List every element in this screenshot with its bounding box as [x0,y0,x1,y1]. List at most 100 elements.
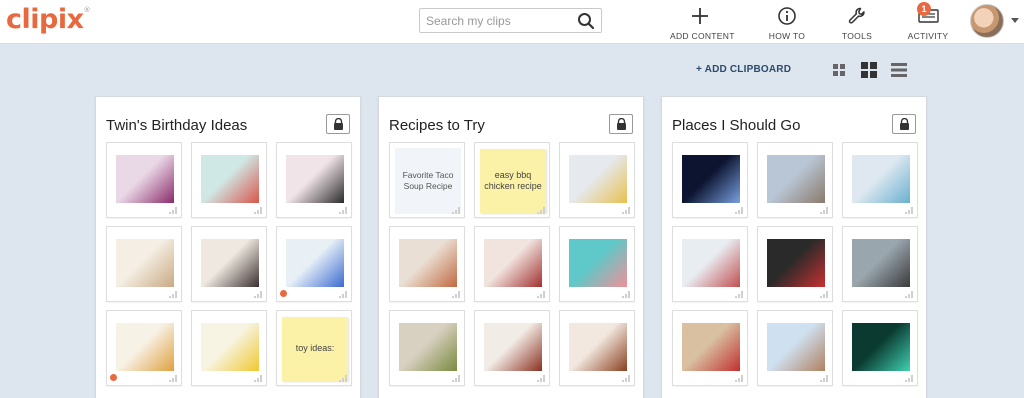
clip-image [852,323,910,371]
clip-image [399,323,457,371]
search-icon[interactable] [577,12,595,30]
clip-image [286,239,344,287]
clip-tile[interactable] [276,142,352,218]
clip-image [682,155,740,203]
nav-how-to[interactable]: HOW TO [764,6,810,41]
clip-image [569,323,627,371]
info-icon [778,7,796,25]
signal-bars-icon [339,291,348,298]
clip-tile[interactable] [842,310,918,386]
clip-tile[interactable] [191,226,267,302]
clip-tile[interactable] [106,310,182,386]
clip-image [116,323,174,371]
clip-tile[interactable] [389,310,465,386]
registered-mark: ® [83,6,91,14]
clip-tile[interactable] [106,142,182,218]
signal-bars-icon [169,375,178,382]
clipboard-title: Twin's Birthday Ideas [106,117,248,134]
clip-tile[interactable] [672,310,748,386]
clip-image [767,323,825,371]
clip-image [484,323,542,371]
clip-image [852,239,910,287]
signal-bars-icon [537,291,546,298]
lock-button[interactable] [892,114,916,134]
clip-tile[interactable] [191,142,267,218]
signal-bars-icon [254,291,263,298]
signal-bars-icon [820,291,829,298]
clip-tile[interactable]: Favorite Taco Soup Recipe [389,142,465,218]
list-view-icon[interactable] [891,62,907,78]
signal-bars-icon [452,207,461,214]
clip-tile[interactable] [474,310,550,386]
clip-image [767,239,825,287]
signal-bars-icon [537,207,546,214]
clip-tile[interactable] [559,310,635,386]
clip-image [201,155,259,203]
clipboard-recipes[interactable]: Recipes to Try Favorite Taco Soup Recipe… [378,96,644,398]
clip-image [201,323,259,371]
clip-tile[interactable]: toy ideas: [276,310,352,386]
signal-bars-icon [905,207,914,214]
clip-tile[interactable] [191,310,267,386]
clip-tile[interactable] [276,226,352,302]
clip-tile[interactable] [672,142,748,218]
add-clipboard-button[interactable]: + ADD CLIPBOARD [696,64,791,75]
signal-bars-icon [820,375,829,382]
sticky-note: easy bbq chicken recipe [480,149,546,213]
clip-image [569,155,627,203]
clipboard-places[interactable]: Places I Should Go [661,96,927,398]
clip-tile[interactable] [559,226,635,302]
clip-image [682,323,740,371]
lock-icon [334,118,343,130]
nav-tools-label: TOOLS [841,31,873,41]
signal-bars-icon [254,375,263,382]
clip-image [569,239,627,287]
top-bar: clipix® ADD CONTENT HOW TO TOOLS [0,0,1024,44]
signal-bars-icon [537,375,546,382]
clip-tile[interactable] [757,226,833,302]
activity-count-badge: 1 [917,2,931,16]
user-avatar[interactable] [970,4,1004,38]
clipix-logo[interactable]: clipix® [6,4,90,35]
large-grid-icon[interactable] [861,62,877,78]
small-grid-icon[interactable] [831,62,847,78]
clip-image [852,155,910,203]
clip-tile[interactable]: easy bbq chicken recipe [474,142,550,218]
search-input[interactable] [420,9,570,32]
clip-image [767,155,825,203]
clip-tile[interactable] [757,310,833,386]
status-dot [280,290,287,297]
clip-image [201,239,259,287]
nav-tools[interactable]: TOOLS [836,6,878,41]
nav-activity[interactable]: 1 ACTIVITY [906,2,950,41]
clip-tile[interactable] [389,226,465,302]
clip-image [682,239,740,287]
signal-bars-icon [452,375,461,382]
clip-tile[interactable] [106,226,182,302]
nav-add-content[interactable]: ADD CONTENT [670,6,735,41]
clipboard-twins-birthday[interactable]: Twin's Birthday Ideas toy ideas: [95,96,361,398]
clip-tile[interactable] [474,226,550,302]
signal-bars-icon [339,375,348,382]
clip-document-thumbnail: Favorite Taco Soup Recipe [395,148,461,214]
clip-tile[interactable] [842,142,918,218]
signal-bars-icon [169,291,178,298]
chevron-down-icon[interactable] [1011,18,1019,23]
nav-activity-label: ACTIVITY [907,31,949,41]
clip-image [116,239,174,287]
clip-tile[interactable] [559,142,635,218]
signal-bars-icon [339,207,348,214]
signal-bars-icon [820,207,829,214]
signal-bars-icon [169,207,178,214]
clip-tile[interactable] [757,142,833,218]
lock-button[interactable] [609,114,633,134]
signal-bars-icon [905,291,914,298]
clipboard-title: Recipes to Try [389,117,485,134]
signal-bars-icon [254,207,263,214]
clip-tile[interactable] [842,226,918,302]
clip-tile[interactable] [672,226,748,302]
logo-text: clipix [6,4,84,35]
clipboard-title: Places I Should Go [672,117,801,134]
lock-button[interactable] [326,114,350,134]
nav-add-content-label: ADD CONTENT [670,31,735,41]
